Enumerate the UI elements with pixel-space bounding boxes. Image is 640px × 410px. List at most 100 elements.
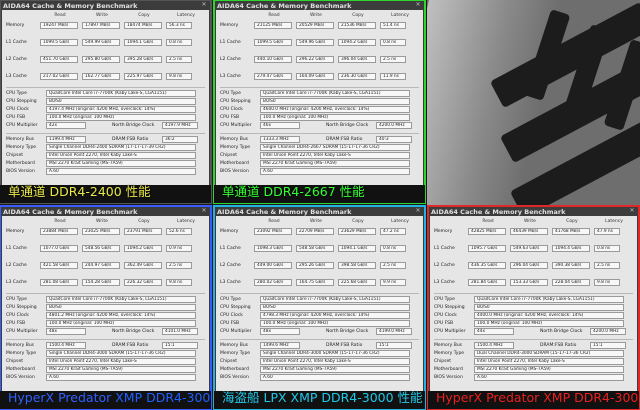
benchmark-value: 1094.2 GB/s [124, 245, 162, 252]
info-label: CPU Stepping [220, 99, 251, 104]
close-icon[interactable]: ✕ [628, 208, 636, 214]
window-title: AIDA64 Cache & Memory Benchmark [217, 208, 352, 216]
memory-info-label: Memory Type [6, 145, 37, 150]
info-value: QuadCore Intel Core i7-7700K (Kaby Lake-… [260, 296, 410, 303]
memory-info-value: Intel Union Point Z270, Intel Kaby Lake-… [260, 152, 410, 159]
info-value: 4197.4 MHz (original: 4200 MHz, overcloc… [46, 106, 196, 113]
info-value: 100.0 MHz (original: 100 MHz) [46, 320, 196, 327]
close-icon[interactable]: ✕ [200, 2, 208, 8]
info-value: 4600.0 MHz (original: 4200 MHz, overcloc… [260, 106, 410, 113]
memory-info-value: 1499.6 MHz [260, 342, 300, 349]
panel-caption: 单通道 DDR4-2400 性能 [0, 181, 211, 203]
memory-info-value: MSI Z270 Krait Gaming (MS-7A59) [260, 366, 410, 373]
memory-info-value: 1500.4 MHz [474, 342, 514, 349]
benchmark-value: 23092 MB/s [254, 228, 292, 235]
info-value: 100.0 MHz (original: 100 MHz) [46, 114, 196, 121]
latency-value: 51.4 ns [380, 22, 406, 29]
memory-info-value: Dual Channel DDR4-3000 SDRAM (15-17-17-3… [474, 350, 624, 357]
memory-info-label: Chipset [6, 359, 23, 364]
column-header: Copy [138, 219, 150, 224]
benchmark-value: 228.04 GB/s [552, 279, 590, 286]
benchmark-value: 226.32 GB/s [124, 279, 162, 286]
memory-info-label: Memory Type [220, 145, 251, 150]
info-value: 42x [46, 122, 86, 129]
benchmark-value: 390.38 GB/s [552, 262, 590, 269]
benchmark-value: 225.68 GB/s [338, 279, 376, 286]
info-label: CPU Type [6, 297, 27, 302]
latency-value: 0.9 ns [166, 245, 192, 252]
benchmark-value: 1094.1 GB/s [124, 39, 162, 46]
latency-value: 2.5 ns [380, 262, 406, 269]
memory-info-label: Motherboard [6, 367, 35, 372]
panel-caption: 海盗船 LPX XMP DDR4-3000 性能 [214, 387, 425, 409]
caption-segment: HyperX Predator [8, 390, 116, 405]
benchmark-value: 18474 MB/s [124, 22, 162, 29]
column-header: Read [54, 13, 66, 18]
memory-info-value: A.60 [260, 374, 410, 381]
benchmark-value: 41768 MB/s [552, 228, 590, 235]
memory-info-value: Intel Union Point Z270, Intel Kaby Lake-… [260, 358, 410, 365]
benchmark-value: 295.80 GB/s [82, 56, 120, 63]
benchmark-value: 396.04 GB/s [338, 56, 376, 63]
window-content: Read Write Copy Latency Memory 19247 MB/s 1789… [2, 10, 209, 202]
dram-ratio-label: DRAM:FSB Ratio [112, 137, 149, 142]
benchmark-value: 421.58 GB/s [40, 262, 78, 269]
north-bridge-value: 4200.0 MHz [376, 122, 412, 129]
separator [220, 293, 419, 294]
memory-info-label: Memory Type [434, 351, 465, 356]
latency-value: 9.9 ns [380, 279, 406, 286]
row-label: Memory [6, 23, 25, 28]
column-header: Read [482, 219, 494, 224]
memory-info-value: MSI Z270 Krait Gaming (MS-7A59) [46, 160, 196, 167]
memory-info-value: Intel Union Point Z270, Intel Kaby Lake-… [46, 152, 196, 159]
info-value: QuadCore Intel Core i7-7700K (Kaby Lake-… [474, 296, 624, 303]
close-icon[interactable]: ✕ [414, 208, 422, 214]
benchmark-value: 549.63 GB/s [510, 245, 548, 252]
column-header: Latency [391, 13, 409, 18]
background-photo [427, 0, 640, 205]
latency-value: 2.5 ns [594, 262, 620, 269]
column-header: Read [268, 219, 280, 224]
memory-info-value: Single Channel DDR4-2667 SDRAM (15-17-17… [260, 144, 410, 151]
benchmark-value: 281.08 GB/s [40, 279, 78, 286]
benchmark-value: 162.77 GB/s [82, 73, 120, 80]
memory-info-label: Motherboard [434, 367, 463, 372]
benchmark-value: 436.35 GB/s [468, 262, 506, 269]
caption-segment: 单通道 DDR4-2667 性能 [222, 184, 365, 199]
column-header: Read [54, 219, 66, 224]
north-bridge-value: 4197.9 MHz [162, 122, 198, 129]
separator [434, 339, 633, 340]
row-label: L2 Cache [6, 263, 27, 268]
dram-ratio-value: 36:2 [162, 136, 198, 143]
benchmark-value: 451.70 GB/s [40, 56, 78, 63]
benchmark-value: 23629 MB/s [338, 228, 376, 235]
info-label: CPU Stepping [6, 99, 37, 104]
memory-info-label: Memory Bus [6, 137, 35, 142]
benchmark-value: 362.49 GB/s [124, 262, 162, 269]
benchmark-value: 17897 MB/s [82, 22, 120, 29]
panel-caption: HyperX Predator XMP DDR4-3000 双通 [428, 387, 639, 409]
info-value: B0/S0 [474, 304, 624, 311]
memory-info-value: A.60 [46, 374, 196, 381]
info-value: 48x [46, 328, 86, 335]
memory-info-value: MSI Z270 Krait Gaming (MS-7A59) [260, 160, 410, 167]
benchmark-value: 295.26 GB/s [296, 262, 334, 269]
column-header: Write [310, 219, 322, 224]
close-icon[interactable]: ✕ [200, 208, 208, 214]
memory-info-value: A.60 [260, 168, 410, 175]
benchmark-value: 549.96 GB/s [296, 39, 334, 46]
latency-value: 47.2 ns [380, 228, 406, 235]
column-header: Latency [391, 219, 409, 224]
info-label: CPU Multiplier [6, 329, 38, 334]
close-icon[interactable]: ✕ [414, 2, 422, 8]
latency-value: 9.8 ns [594, 279, 620, 286]
info-label: CPU Type [434, 297, 455, 302]
column-header: Read [268, 13, 280, 18]
benchmark-value: 279.47 GB/s [254, 73, 292, 80]
caption-segment: HyperX Predator [436, 390, 544, 405]
benchmark-window: AIDA64 Cache & Memory Benchmark ✕ Read Writ… [427, 205, 640, 410]
info-value: QuadCore Intel Core i7-7700K (Kaby Lake-… [46, 296, 196, 303]
memory-info-value: 1199.4 MHz [46, 136, 86, 143]
column-header: Latency [177, 219, 195, 224]
dram-ratio-value: 15:1 [162, 342, 198, 349]
